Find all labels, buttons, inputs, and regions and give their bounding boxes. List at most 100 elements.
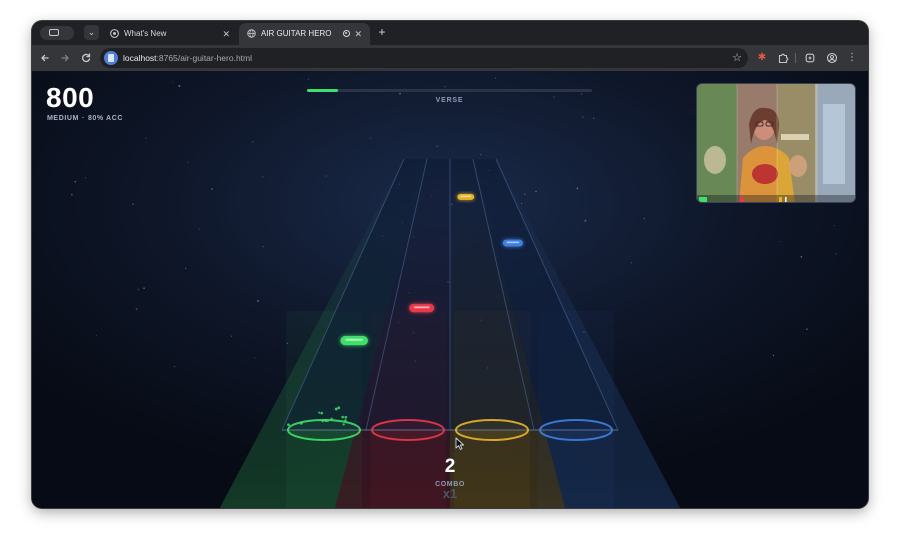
- star-particle: [135, 308, 138, 310]
- hit-spark: [324, 419, 328, 423]
- song-progress-bar: [307, 89, 592, 92]
- url-text: localhost:8765/air-guitar-hero.html: [123, 53, 252, 63]
- star-particle: [805, 328, 808, 330]
- star-particle: [172, 81, 174, 83]
- puzzle-icon[interactable]: [775, 50, 791, 66]
- star-particle: [74, 180, 76, 183]
- star-particle: [494, 77, 497, 79]
- star-particle: [436, 145, 438, 147]
- recording-icon[interactable]: [343, 30, 350, 37]
- star-particle: [535, 190, 537, 193]
- star-particle: [257, 300, 259, 302]
- profile-icon[interactable]: [824, 50, 840, 66]
- star-particle: [833, 224, 835, 226]
- star-particle: [144, 137, 147, 139]
- hit-spark: [344, 419, 347, 422]
- webcam-preview: [696, 83, 856, 203]
- hit-spark: [299, 421, 303, 425]
- close-icon[interactable]: ✕: [354, 23, 362, 45]
- webcam-lane-tint: [697, 84, 737, 202]
- star-icon[interactable]: ☆: [732, 48, 742, 68]
- hit-spark: [334, 407, 338, 411]
- star-particle: [211, 188, 213, 190]
- hit-spark: [342, 423, 345, 426]
- tab-title: What's New: [124, 29, 167, 38]
- star-particle: [369, 137, 372, 139]
- separator: ·: [82, 115, 85, 122]
- star-particle: [581, 116, 584, 119]
- note-highlight: [460, 195, 472, 198]
- star-particle: [576, 187, 579, 190]
- kebab-menu-icon[interactable]: ⋮: [844, 50, 860, 66]
- star-particle: [95, 334, 98, 336]
- star-particle: [185, 267, 187, 269]
- star-particle: [262, 246, 264, 248]
- globe-icon: [247, 29, 256, 38]
- toolbar-divider: [795, 53, 796, 63]
- note-highlight: [506, 241, 520, 244]
- shield-icon[interactable]: [802, 50, 818, 66]
- chevron-down-icon[interactable]: ⌄: [84, 25, 99, 40]
- webcam-zone-marker: [785, 197, 787, 202]
- star-particle: [131, 203, 134, 206]
- score-meta: MEDIUM · 80% ACC: [47, 115, 123, 122]
- hit-spark: [330, 417, 333, 420]
- close-icon[interactable]: ✕: [222, 23, 230, 45]
- score-multiplier: x1: [442, 486, 458, 501]
- tab-search-button[interactable]: [40, 26, 74, 40]
- hit-spark: [344, 415, 348, 419]
- tab-strip: ⌄ What's New ✕ AIR GUITAR HERO ✕ +: [32, 21, 868, 45]
- star-particle: [444, 85, 446, 88]
- reload-icon[interactable]: [78, 50, 94, 66]
- webcam-feed: [697, 84, 855, 202]
- bug-icon[interactable]: ✱: [754, 50, 770, 66]
- browser-window: ⌄ What's New ✕ AIR GUITAR HERO ✕ + local…: [32, 21, 868, 508]
- star-particle: [778, 240, 781, 243]
- hit-spark: [287, 423, 290, 427]
- star-particle: [173, 365, 176, 368]
- score: 800: [46, 82, 95, 113]
- hit-spark: [321, 419, 324, 423]
- difficulty: MEDIUM: [47, 115, 79, 122]
- star-particle: [230, 335, 233, 337]
- webcam-zone-marker: [699, 197, 707, 202]
- game-viewport[interactable]: 800 MEDIUM · 80% ACC VERSE 2 COMBO x1: [32, 71, 868, 508]
- star-particle: [524, 193, 526, 195]
- webcam-lane-tint: [817, 84, 855, 202]
- tab-title: AIR GUITAR HERO: [261, 29, 332, 38]
- address-bar[interactable]: localhost:8765/air-guitar-hero.html ☆: [100, 48, 748, 68]
- star-particle: [835, 253, 837, 255]
- star-particle: [143, 287, 145, 289]
- star-particle: [70, 193, 73, 196]
- star-particle: [521, 202, 523, 204]
- hit-spark: [341, 415, 344, 419]
- tab-air-guitar-hero[interactable]: AIR GUITAR HERO ✕: [239, 23, 370, 45]
- arrow-left-icon[interactable]: [37, 50, 53, 66]
- star-particle: [251, 141, 254, 143]
- webcam-lane-tint: [777, 84, 817, 202]
- note-highlight: [345, 338, 363, 341]
- star-particle: [580, 93, 583, 95]
- star-particle: [643, 218, 645, 220]
- note-highlight: [413, 306, 430, 309]
- star-particle: [254, 357, 256, 359]
- site-info-icon[interactable]: [104, 51, 118, 65]
- star-particle: [800, 255, 803, 258]
- star-particle: [480, 154, 482, 156]
- hit-spark: [337, 406, 341, 410]
- tab-whats-new[interactable]: What's New ✕: [102, 23, 238, 45]
- arrow-right-icon[interactable]: [57, 50, 73, 66]
- star-particle: [187, 161, 189, 163]
- mouse-cursor-icon: [455, 437, 465, 450]
- tab-search-icon: [49, 29, 59, 36]
- star-particle: [399, 92, 402, 95]
- chrome-logo-icon: [110, 29, 119, 38]
- hit-spark: [320, 411, 324, 415]
- star-particle: [198, 228, 200, 230]
- accuracy: 80% ACC: [87, 115, 123, 122]
- star-particle: [178, 85, 181, 87]
- star-particle: [262, 176, 264, 178]
- new-tab-button[interactable]: +: [374, 24, 390, 40]
- hit-spark: [318, 411, 321, 414]
- webcam-zone-marker: [779, 197, 782, 202]
